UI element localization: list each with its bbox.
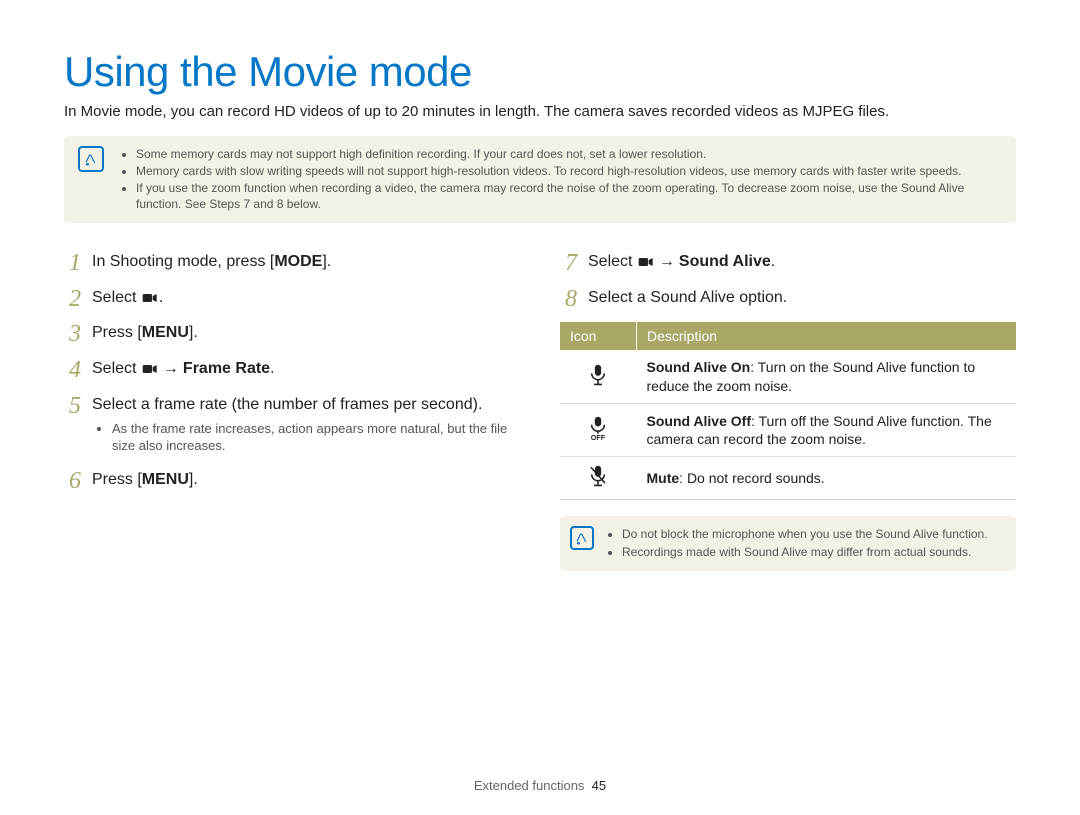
step-number: 3 <box>64 318 86 350</box>
sub-note: As the frame rate increases, action appe… <box>112 421 520 455</box>
step-number: 1 <box>64 247 86 279</box>
cell-description: Sound Alive Off: Turn off the Sound Aliv… <box>637 403 1017 456</box>
cell-icon <box>560 403 637 456</box>
step-text: Select a frame rate (the number of frame… <box>92 396 482 413</box>
top-note-box: Some memory cards may not support high d… <box>64 136 1016 224</box>
menu-button-label: MENU <box>142 471 189 488</box>
step-1: 1 In Shooting mode, press [MODE]. <box>64 251 520 273</box>
mic-off-icon <box>588 416 608 438</box>
note-icon <box>78 146 104 172</box>
arrow-icon: → <box>159 360 183 377</box>
step-number: 7 <box>560 247 582 279</box>
step-number: 8 <box>560 283 582 315</box>
th-description: Description <box>637 322 1017 350</box>
sound-alive-label: Sound Alive <box>679 253 771 270</box>
footer-section: Extended functions <box>474 778 585 793</box>
table-row: Mute: Do not record sounds. <box>560 457 1016 500</box>
step-4: 4 Select →Frame Rate. <box>64 358 520 380</box>
step-text: In Shooting mode, press [ <box>92 253 274 270</box>
mic-mute-icon <box>588 465 608 487</box>
step-7: 7 Select →Sound Alive. <box>560 251 1016 273</box>
page-footer: Extended functions 45 <box>0 778 1080 793</box>
mode-button-label: MODE <box>274 253 322 270</box>
mic-on-icon <box>588 364 608 386</box>
table-row: Sound Alive On: Turn on the Sound Alive … <box>560 350 1016 403</box>
left-column: 1 In Shooting mode, press [MODE]. 2 Sele… <box>64 251 520 571</box>
note-icon <box>570 526 594 550</box>
table-row: Sound Alive Off: Turn off the Sound Aliv… <box>560 403 1016 456</box>
note-item: If you use the zoom function when record… <box>136 180 998 212</box>
sound-alive-table: Icon Description Sound Alive On: Turn on… <box>560 322 1016 500</box>
step-3: 3 Press [MENU]. <box>64 322 520 344</box>
page-number: 45 <box>592 778 606 793</box>
step-number: 2 <box>64 283 86 315</box>
step-text: Select a Sound Alive option. <box>588 289 787 306</box>
step-text: Press [ <box>92 324 142 341</box>
note-item: Some memory cards may not support high d… <box>136 146 998 162</box>
arrow-icon: → <box>655 253 679 270</box>
cell-icon <box>560 457 637 500</box>
step-number: 5 <box>64 390 86 422</box>
cell-description: Mute: Do not record sounds. <box>637 457 1017 500</box>
intro-text: In Movie mode, you can record HD videos … <box>64 102 1016 122</box>
step-number: 4 <box>64 354 86 386</box>
right-column: 7 Select →Sound Alive. 8 Select a Sound … <box>560 251 1016 571</box>
step-text: Select <box>92 289 141 306</box>
cell-description: Sound Alive On: Turn on the Sound Alive … <box>637 350 1017 403</box>
step-2: 2 Select . <box>64 287 520 309</box>
step-6: 6 Press [MENU]. <box>64 469 520 491</box>
note-item: Memory cards with slow writing speeds wi… <box>136 163 998 179</box>
page-title: Using the Movie mode <box>64 48 1016 96</box>
note-item: Do not block the microphone when you use… <box>622 526 1002 542</box>
frame-rate-label: Frame Rate <box>183 360 270 377</box>
note-item: Recordings made with Sound Alive may dif… <box>622 544 1002 560</box>
menu-button-label: MENU <box>142 324 189 341</box>
movie-icon <box>142 362 158 376</box>
cell-icon <box>560 350 637 403</box>
step-8: 8 Select a Sound Alive option. <box>560 287 1016 309</box>
movie-icon <box>142 291 158 305</box>
step-text: Select <box>92 360 141 377</box>
step-text: Press [ <box>92 471 142 488</box>
th-icon: Icon <box>560 322 637 350</box>
bottom-note-box: Do not block the microphone when you use… <box>560 516 1016 570</box>
movie-icon <box>638 255 654 269</box>
step-5: 5 Select a frame rate (the number of fra… <box>64 394 520 455</box>
step-text: Select <box>588 253 637 270</box>
step-number: 6 <box>64 465 86 497</box>
